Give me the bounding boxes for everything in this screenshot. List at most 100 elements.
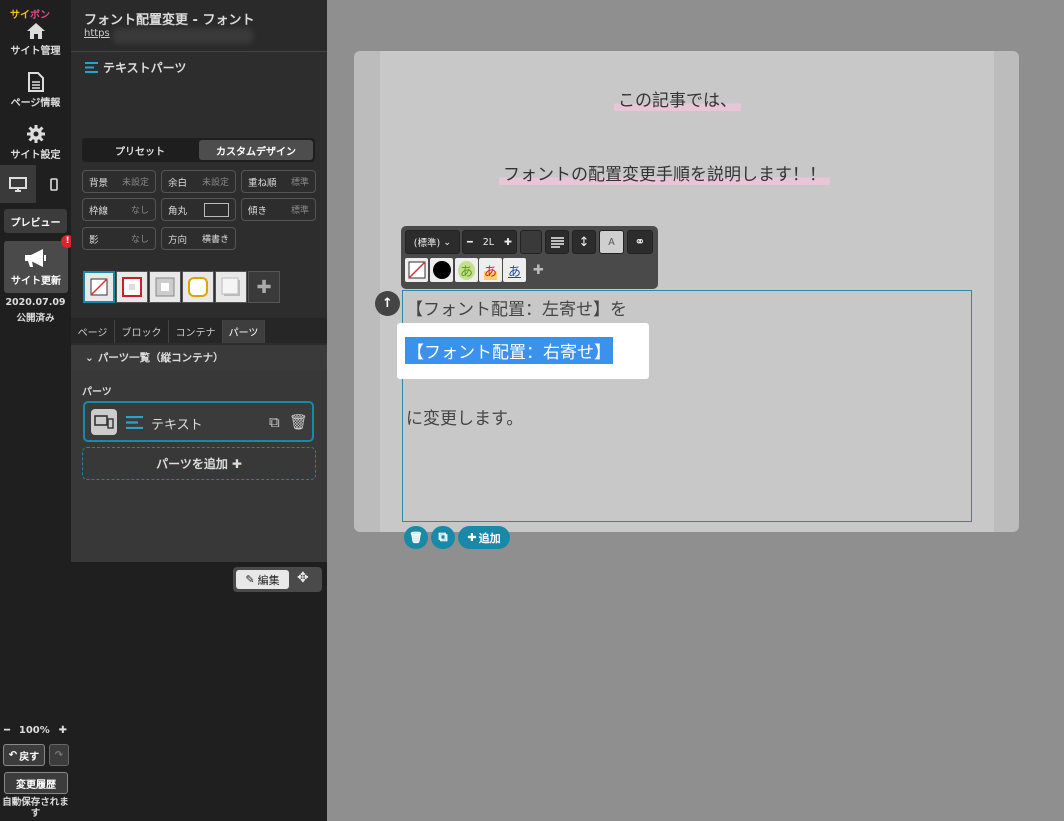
zoom-out-icon[interactable]: ━ — [4, 725, 10, 736]
link-button[interactable]: ⚭ — [627, 230, 653, 254]
preset-yellow-rounded[interactable] — [182, 271, 214, 303]
plus-icon: ✚ — [533, 262, 544, 278]
tab-block[interactable]: ブロック — [115, 320, 169, 343]
line-height-button[interactable]: ↕ — [572, 230, 596, 254]
style-underline-button[interactable]: あ — [503, 258, 526, 282]
text-color-button[interactable]: A — [599, 230, 624, 254]
paragraph-3[interactable]: に変更します。 — [406, 404, 523, 429]
parts-list-header[interactable]: ⌄ パーツ一覧（縦コンテナ） — [71, 345, 327, 370]
site-update-button[interactable]: サイト更新 — [4, 241, 68, 293]
prop-corner-radius[interactable]: 角丸 — [161, 198, 236, 221]
preview-button[interactable]: プレビュー — [4, 209, 67, 233]
tab-page[interactable]: ページ — [71, 320, 115, 343]
page-info-button[interactable]: ページ情報 — [0, 72, 71, 109]
tab-custom-design[interactable]: カスタムデザイン — [199, 140, 313, 160]
minus-icon[interactable]: ━ — [467, 237, 473, 248]
zoom-level: 100% — [18, 724, 50, 736]
gray-box-icon — [155, 277, 175, 297]
text-line-1[interactable]: この記事では、 — [614, 86, 741, 111]
glyph-underline: あ — [507, 264, 521, 280]
chevron-down-icon: ⌄ — [85, 351, 94, 364]
glyph-red: あ — [483, 260, 497, 280]
device-icon — [91, 409, 117, 435]
home-icon — [26, 23, 45, 39]
font-select[interactable]: (標準) ⌄ — [405, 230, 460, 254]
pencil-icon: ✎ — [245, 573, 255, 586]
section-title: テキストパーツ — [85, 59, 186, 76]
publish-date: 2020.07.09 — [5, 297, 66, 308]
plus-icon[interactable]: ✚ — [504, 237, 512, 248]
add-style-button[interactable]: ✚ — [527, 258, 550, 282]
red-border-icon — [122, 277, 142, 297]
part-item-text[interactable]: テキスト ⧉ 🗑 — [83, 401, 314, 442]
delete-block-button[interactable]: 🗑 — [404, 526, 428, 549]
redo-button[interactable]: ↷ — [49, 744, 69, 766]
publish-status: 公開済み — [16, 313, 55, 324]
copy-block-button[interactable]: ⧉ — [431, 526, 455, 549]
prop-tilt[interactable]: 傾き 標準 — [241, 198, 316, 221]
panel-footer — [71, 562, 327, 821]
parts-label: パーツ — [82, 387, 112, 398]
tab-container[interactable]: コンテナ — [169, 320, 223, 343]
add-preset-button[interactable]: ✚ — [248, 271, 280, 303]
vertical-arrows-icon: ↕ — [578, 234, 590, 250]
prop-background[interactable]: 背景 未設定 — [82, 170, 156, 193]
style-green-marker-button[interactable]: あ — [455, 258, 478, 282]
plus-icon: ✚ — [256, 276, 272, 298]
move-icon[interactable]: ✥ — [297, 570, 309, 586]
site-settings-button[interactable]: サイト設定 — [0, 124, 71, 161]
gear-icon — [26, 125, 45, 143]
add-part-button[interactable]: パーツを追加 ✚ — [82, 447, 316, 480]
undo-button[interactable]: ↶ 戻す — [3, 744, 45, 766]
panel-header: フォント配置変更 - フォント https — [71, 0, 327, 52]
align-button[interactable] — [545, 230, 569, 254]
panel-tabs: ページ ブロック コンテナ パーツ — [71, 318, 327, 343]
paragraph-1[interactable]: 【フォント配置：左寄せ】を — [406, 295, 627, 320]
prop-border[interactable]: 枠線 なし — [82, 198, 156, 221]
text-align-icon — [126, 416, 143, 429]
undo-icon: ↶ — [8, 749, 18, 761]
no-style-icon — [90, 278, 108, 296]
page-title: フォント配置変更 - フォント — [84, 13, 255, 28]
text-line-2[interactable]: フォントの配置変更手順を説明します！！ — [499, 160, 830, 185]
change-history-button[interactable]: 変更履歴 — [4, 772, 68, 794]
color-swatch[interactable] — [520, 230, 542, 254]
font-size-stepper[interactable]: ━ 2L ✚ — [462, 230, 517, 254]
add-block-button[interactable]: ✚ 追加 — [458, 526, 510, 549]
trash-icon: 🗑 — [409, 531, 423, 544]
tab-preset[interactable]: プリセット — [84, 140, 196, 160]
shadow-box-icon — [221, 277, 240, 296]
trash-icon[interactable]: 🗑 — [289, 413, 308, 431]
edit-button[interactable]: ✎ 編集 — [236, 570, 289, 589]
preset-red-border[interactable] — [116, 271, 148, 303]
selected-text[interactable]: 【フォント配置：右寄せ】 — [405, 337, 613, 364]
monitor-icon — [9, 176, 27, 192]
desktop-view-tab[interactable] — [0, 165, 36, 203]
style-none-button[interactable] — [405, 258, 428, 282]
move-up-button[interactable]: ↑ — [375, 291, 400, 316]
zoom-in-icon[interactable]: ✚ — [59, 725, 67, 736]
style-outline-button[interactable]: あ — [430, 258, 453, 282]
prop-direction[interactable]: 方向 横書き — [161, 227, 236, 250]
app-logo: サイボン — [10, 10, 50, 21]
text-align-icon — [85, 62, 98, 73]
mobile-icon — [49, 177, 58, 191]
link-icon: ⚭ — [634, 234, 646, 250]
page-url[interactable]: https — [84, 28, 110, 39]
tab-parts[interactable]: パーツ — [223, 320, 265, 343]
preset-shadow[interactable] — [215, 271, 247, 303]
mobile-view-tab[interactable] — [36, 165, 71, 203]
copy-icon[interactable]: ⧉ — [269, 413, 280, 431]
prop-stack-order[interactable]: 重ね順 標準 — [241, 170, 316, 193]
prop-margin[interactable]: 余白 未設定 — [161, 170, 236, 193]
site-admin-button[interactable]: サイト管理 — [0, 22, 71, 57]
mode-toggle: プリセット カスタムデザイン — [82, 138, 315, 162]
prop-shadow[interactable]: 影なし — [82, 227, 156, 250]
corner-radius-swatch — [204, 202, 229, 217]
style-red-marker-button[interactable]: あ — [479, 258, 502, 282]
arrow-up-icon: ↑ — [382, 296, 393, 311]
preset-gray-box[interactable] — [149, 271, 181, 303]
zoom-control: ━ 100% ✚ — [4, 724, 67, 736]
copy-icon: ⧉ — [438, 530, 448, 545]
preset-none[interactable] — [83, 271, 115, 303]
